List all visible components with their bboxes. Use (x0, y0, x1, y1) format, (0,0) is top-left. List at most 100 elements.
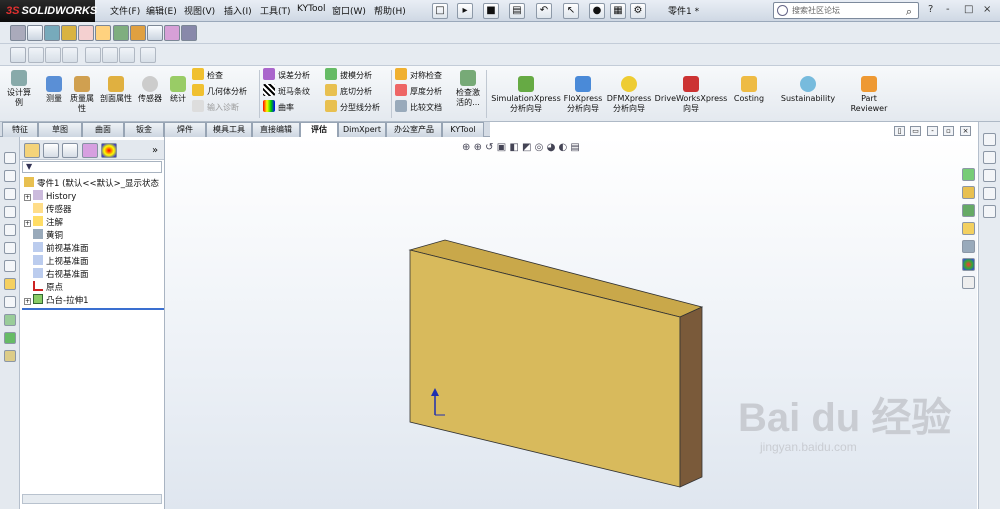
shaded-view-icon[interactable] (10, 25, 26, 41)
import-diagnostics-button[interactable]: 输入诊断 (192, 100, 260, 116)
display-manager-tab-icon[interactable] (101, 143, 117, 158)
menu-window[interactable]: 窗口(W) (332, 4, 366, 17)
tree-node-annotations[interactable]: + 注解 (24, 216, 63, 229)
zoom-icon[interactable] (10, 47, 26, 63)
appearances-icon[interactable] (962, 258, 975, 271)
tab-evaluate[interactable]: 评估 (300, 122, 338, 137)
tree-node-right-plane[interactable]: 右视基准面 (33, 268, 89, 281)
rebuild-traffic-light-icon[interactable]: ● (589, 3, 605, 19)
file-explorer-icon[interactable] (962, 204, 975, 217)
minimize-button[interactable]: - (946, 4, 950, 15)
parting-line-analysis-button[interactable]: 分型线分析 (325, 100, 391, 116)
tree-node-history[interactable]: + History (24, 190, 76, 203)
sphere-icon[interactable] (61, 25, 77, 41)
dfmxpress-button[interactable]: DFMXpress 分析向导 (606, 76, 652, 114)
costing-button[interactable]: Costing (730, 76, 768, 104)
cut-icon[interactable] (4, 224, 16, 236)
pin-icon[interactable] (983, 133, 996, 146)
view-palette-icon[interactable] (962, 240, 975, 253)
print-icon[interactable]: ▤ (509, 3, 525, 19)
copy-icon[interactable] (45, 47, 61, 63)
curve-icon[interactable] (983, 169, 996, 182)
design-study-button[interactable]: 设计算例 (4, 70, 34, 108)
property-manager-tab-icon[interactable] (43, 143, 59, 158)
tree-root-part[interactable]: 零件1 (默认<<默认>_显示状态 (24, 177, 159, 190)
file-properties-icon[interactable]: ▦ (610, 3, 626, 19)
revolve-icon[interactable] (4, 170, 16, 182)
menu-file[interactable]: 文件(F) (110, 4, 140, 17)
tab-kytool[interactable]: KYTool (442, 122, 484, 137)
menu-view[interactable]: 视图(V) (184, 4, 215, 17)
mate-icon[interactable] (4, 350, 16, 362)
dimxpert-manager-tab-icon[interactable] (82, 143, 98, 158)
viewport-minimize-icon[interactable]: - (927, 126, 938, 136)
tab-mold-tools[interactable]: 模具工具 (206, 122, 252, 137)
filter-icon[interactable] (140, 47, 156, 63)
configuration-manager-tab-icon[interactable] (62, 143, 78, 158)
tab-weldments[interactable]: 焊件 (164, 122, 206, 137)
tree-node-material[interactable]: 黄铜 (33, 229, 63, 242)
menu-tools[interactable]: 工具(T) (260, 4, 291, 17)
spiral-icon[interactable] (983, 205, 996, 218)
table-icon[interactable] (102, 47, 118, 63)
folder-icon[interactable] (962, 222, 975, 235)
pencil-icon[interactable] (95, 25, 111, 41)
tree-node-top-plane[interactable]: 上视基准面 (33, 255, 89, 268)
check-active-button[interactable]: 检查激活的... (453, 70, 483, 108)
viewport-restore-icon[interactable]: ▫ (943, 126, 954, 136)
layout-icon[interactable] (181, 25, 197, 41)
home-icon[interactable] (962, 168, 975, 181)
close-button[interactable]: × (983, 4, 991, 15)
search-input[interactable]: 搜索社区论坛 ⌕ (773, 2, 919, 19)
links-icon[interactable] (164, 25, 180, 41)
tab-office-products[interactable]: 办公室产品 (386, 122, 442, 137)
tab-sheet-metal[interactable]: 钣金 (124, 122, 164, 137)
new-document-icon[interactable]: □ (432, 3, 448, 19)
viewport-split-icon[interactable]: ▭ (910, 126, 921, 136)
zebra-stripes-button[interactable]: 斑马条纹 (263, 84, 323, 100)
measure-button[interactable]: 测量 (40, 76, 68, 104)
design-library-icon[interactable] (962, 186, 975, 199)
list-icon[interactable] (28, 47, 44, 63)
resources-icon[interactable] (983, 151, 996, 164)
options-gear-icon[interactable]: ⚙ (630, 3, 646, 19)
wire-icon[interactable] (27, 25, 43, 41)
undercut-analysis-button[interactable]: 底切分析 (325, 84, 391, 100)
simulationxpress-button[interactable]: SimulationXpress 分析向导 (490, 76, 562, 114)
tab-features[interactable]: 特征 (2, 122, 38, 137)
line-icon[interactable] (983, 187, 996, 200)
planes-icon[interactable] (113, 25, 129, 41)
geometry-analysis-button[interactable]: 几何体分析 (192, 84, 260, 100)
sensor-button[interactable]: 传感器 (134, 76, 166, 104)
open-folder-icon[interactable]: ▸ (457, 3, 473, 19)
bracket-icon[interactable] (119, 47, 135, 63)
sketch-icon[interactable] (78, 25, 94, 41)
deviation-analysis-button[interactable]: 误差分析 (263, 68, 323, 84)
viewport-tile-icon[interactable]: ▯ (894, 126, 905, 136)
shell-icon[interactable] (4, 260, 16, 272)
expand-chevron-icon[interactable]: » (152, 145, 158, 156)
driveworksxpress-button[interactable]: DriveWorksXpress 向导 (654, 76, 728, 114)
box-icon[interactable] (130, 25, 146, 41)
tab-direct-editing[interactable]: 直接编辑 (252, 122, 300, 137)
tree-node-front-plane[interactable]: 前视基准面 (33, 242, 89, 255)
compare-documents-button[interactable]: 比较文档 (395, 100, 453, 116)
plane-icon[interactable] (4, 314, 16, 326)
loft-icon[interactable] (4, 206, 16, 218)
sketch-pencil-icon[interactable] (4, 278, 16, 290)
save-icon[interactable]: ■ (483, 3, 499, 19)
part-side-face[interactable] (679, 306, 703, 488)
menu-insert[interactable]: 插入(I) (224, 4, 252, 17)
section-icon[interactable] (44, 25, 60, 41)
tree-node-sensors[interactable]: 传感器 (33, 203, 72, 216)
draft-analysis-button[interactable]: 拔模分析 (325, 68, 391, 84)
floxpress-button[interactable]: FloXpress 分析向导 (562, 76, 604, 114)
custom-properties-icon[interactable] (962, 276, 975, 289)
feature-manager-tab-icon[interactable] (24, 143, 40, 158)
statistics-button[interactable]: 统计 (167, 76, 189, 104)
menu-edit[interactable]: 编辑(E) (146, 4, 177, 17)
help-button[interactable]: ? (928, 4, 933, 15)
select-cursor-icon[interactable]: ↖ (563, 3, 579, 19)
restore-button[interactable]: □ (964, 4, 973, 15)
curvature-button[interactable]: 曲率 (263, 100, 323, 116)
